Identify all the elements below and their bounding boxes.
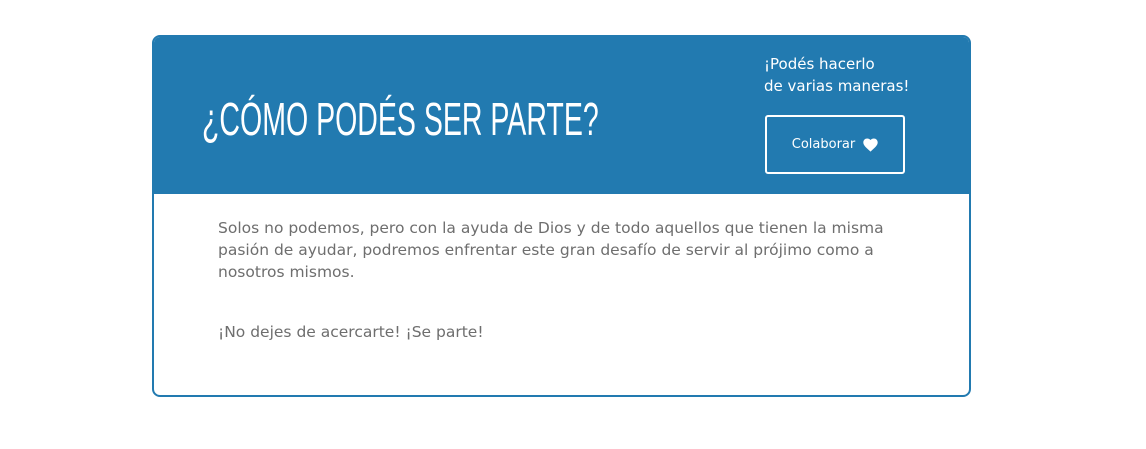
- colaborar-button-label: Colaborar: [791, 137, 856, 152]
- side-callout-line-1: ¡Podés hacerlo: [764, 55, 875, 73]
- body-paragraph-1: Solos no podemos, pero con la ayuda de D…: [218, 219, 884, 281]
- side-callout: ¡Podés hacerlo de varias maneras!: [764, 53, 964, 97]
- page-title: ¿CÓMO PODÉS SER PARTE?: [202, 93, 599, 145]
- colaborar-button[interactable]: Colaborar: [765, 115, 905, 174]
- body-paragraph-2: ¡No dejes de acercarte! ¡Se parte!: [218, 323, 484, 341]
- card-body: Solos no podemos, pero con la ayuda de D…: [218, 217, 908, 343]
- participation-card: ¿CÓMO PODÉS SER PARTE? ¡Podés hacerlo de…: [152, 35, 971, 397]
- heart-icon: [863, 137, 878, 152]
- card-header: ¿CÓMO PODÉS SER PARTE? ¡Podés hacerlo de…: [154, 37, 969, 194]
- side-callout-line-2: de varias maneras!: [764, 77, 910, 95]
